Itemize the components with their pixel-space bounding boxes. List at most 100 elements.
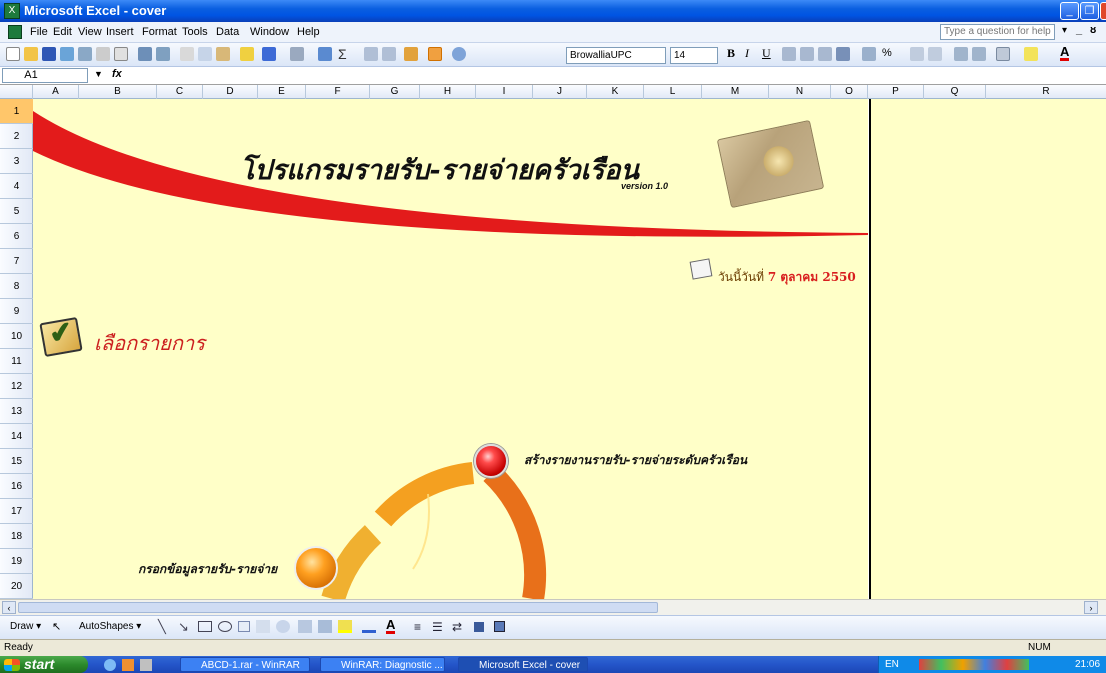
currency-icon[interactable] bbox=[862, 47, 876, 61]
redo-icon[interactable] bbox=[290, 47, 304, 61]
textbox-tool-icon[interactable] bbox=[238, 621, 250, 632]
scroll-thumb[interactable] bbox=[18, 602, 658, 613]
increase-indent-icon[interactable] bbox=[972, 47, 986, 61]
fill-color-icon[interactable] bbox=[1024, 47, 1038, 61]
column-header[interactable]: O bbox=[831, 85, 868, 99]
help-search-input[interactable]: Type a question for help bbox=[940, 24, 1055, 40]
chart-wizard-icon[interactable] bbox=[404, 47, 418, 61]
taskbar-item-winrar[interactable]: ABCD-1.rar - WinRAR bbox=[180, 657, 310, 672]
save-icon[interactable] bbox=[42, 47, 56, 61]
row-header[interactable]: 3 bbox=[0, 149, 33, 174]
menu-format[interactable]: Format bbox=[142, 26, 177, 38]
row-header[interactable]: 2 bbox=[0, 124, 33, 149]
font-size-select[interactable]: 14 bbox=[670, 47, 718, 64]
select-pointer-icon[interactable]: ↖ bbox=[52, 620, 61, 633]
row-header[interactable]: 18 bbox=[0, 524, 33, 549]
scroll-left-icon[interactable]: ‹ bbox=[2, 601, 16, 614]
row-header[interactable]: 15 bbox=[0, 449, 33, 474]
paste-icon[interactable] bbox=[216, 47, 230, 61]
percent-button[interactable]: % bbox=[882, 47, 892, 59]
sort-ascending-icon[interactable] bbox=[364, 47, 378, 61]
menu-window[interactable]: Window bbox=[250, 26, 289, 38]
row-header[interactable]: 16 bbox=[0, 474, 33, 499]
column-header[interactable]: I bbox=[476, 85, 533, 99]
arrow-tool-icon[interactable]: ↘ bbox=[178, 619, 189, 635]
font-color-draw-icon[interactable]: A bbox=[386, 618, 396, 634]
fill-color-icon[interactable] bbox=[338, 620, 352, 633]
scroll-right-icon[interactable]: › bbox=[1084, 601, 1098, 614]
quicklaunch-media-icon[interactable] bbox=[140, 659, 152, 671]
select-all-corner[interactable] bbox=[0, 85, 33, 99]
rectangle-tool-icon[interactable] bbox=[198, 621, 212, 632]
line-style-icon[interactable]: ≡ bbox=[414, 620, 421, 634]
quicklaunch-ie-icon[interactable] bbox=[104, 659, 116, 671]
drawing-icon[interactable] bbox=[428, 47, 442, 61]
decrease-indent-icon[interactable] bbox=[954, 47, 968, 61]
print-icon[interactable] bbox=[96, 47, 110, 61]
insert-function-icon[interactable]: fx bbox=[112, 68, 122, 80]
clipart-icon[interactable] bbox=[298, 620, 312, 633]
email-icon[interactable] bbox=[78, 47, 92, 61]
italic-button[interactable]: I bbox=[745, 46, 749, 61]
spelling-icon[interactable] bbox=[138, 47, 152, 61]
chevron-down-icon[interactable]: ▾ bbox=[1062, 25, 1067, 36]
restore-workbook-icon[interactable]: ᴕ bbox=[1090, 24, 1096, 36]
column-header[interactable]: F bbox=[306, 85, 370, 99]
menu-view[interactable]: View bbox=[78, 26, 102, 38]
language-indicator[interactable]: EN bbox=[885, 656, 899, 673]
minimize-icon[interactable]: _ bbox=[1060, 2, 1079, 20]
tray-icons[interactable] bbox=[919, 659, 1029, 670]
entry-button-icon[interactable] bbox=[294, 546, 338, 590]
column-header[interactable]: R bbox=[986, 85, 1106, 99]
draw-menu[interactable]: Draw ▾ bbox=[10, 621, 41, 632]
quicklaunch-app-icon[interactable] bbox=[122, 659, 134, 671]
column-header[interactable]: B bbox=[79, 85, 157, 99]
row-header[interactable]: 19 bbox=[0, 549, 33, 574]
row-header[interactable]: 1 bbox=[0, 99, 33, 124]
row-header[interactable]: 7 bbox=[0, 249, 33, 274]
cut-icon[interactable] bbox=[180, 47, 194, 61]
font-color-icon[interactable]: A bbox=[1060, 45, 1070, 61]
column-header[interactable]: H bbox=[420, 85, 476, 99]
align-right-icon[interactable] bbox=[818, 47, 832, 61]
merge-center-icon[interactable] bbox=[836, 47, 850, 61]
autoshapes-menu[interactable]: AutoShapes ▾ bbox=[79, 621, 141, 632]
bold-button[interactable]: B bbox=[727, 46, 735, 61]
format-painter-icon[interactable] bbox=[240, 47, 254, 61]
open-folder-icon[interactable] bbox=[24, 47, 38, 61]
row-header[interactable]: 5 bbox=[0, 199, 33, 224]
increase-decimal-icon[interactable] bbox=[910, 47, 924, 61]
column-header[interactable]: L bbox=[644, 85, 702, 99]
column-header[interactable]: E bbox=[258, 85, 306, 99]
diagram-icon[interactable] bbox=[276, 620, 290, 633]
column-header[interactable]: D bbox=[203, 85, 258, 99]
column-header[interactable]: G bbox=[370, 85, 420, 99]
line-color-icon[interactable] bbox=[362, 620, 376, 633]
borders-icon[interactable] bbox=[996, 47, 1010, 61]
row-header[interactable]: 9 bbox=[0, 299, 33, 324]
excel-icon[interactable]: X bbox=[4, 3, 20, 19]
close-icon[interactable] bbox=[1100, 2, 1106, 20]
3d-style-icon[interactable] bbox=[494, 621, 505, 632]
copy-icon[interactable] bbox=[198, 47, 212, 61]
window-title-bar[interactable]: Microsoft Excel - cover bbox=[0, 0, 1106, 22]
underline-button[interactable]: U bbox=[762, 46, 771, 61]
menu-help[interactable]: Help bbox=[297, 26, 320, 38]
shadow-style-icon[interactable] bbox=[474, 622, 484, 632]
column-header[interactable]: Q bbox=[924, 85, 986, 99]
row-header[interactable]: 8 bbox=[0, 274, 33, 299]
horizontal-scrollbar[interactable]: ‹ › bbox=[0, 599, 1106, 615]
row-header[interactable]: 10 bbox=[0, 324, 33, 349]
taskbar-item-excel[interactable]: Microsoft Excel - cover bbox=[458, 657, 588, 672]
sort-descending-icon[interactable] bbox=[382, 47, 396, 61]
decrease-decimal-icon[interactable] bbox=[928, 47, 942, 61]
font-name-select[interactable]: BrowalliaUPC bbox=[566, 47, 666, 64]
minimize-workbook-icon[interactable]: _ bbox=[1076, 24, 1082, 36]
column-header[interactable]: J bbox=[533, 85, 587, 99]
autosum-icon[interactable]: Σ bbox=[338, 46, 347, 62]
oval-tool-icon[interactable] bbox=[218, 621, 232, 632]
name-box-dropdown-icon[interactable]: ▼ bbox=[94, 69, 103, 79]
report-option-link[interactable]: สร้างรายงานรายรับ-รายจ่ายระดับครัวเรือน bbox=[524, 451, 747, 470]
taskbar-item-winrar-diagnostic[interactable]: WinRAR: Diagnostic ... bbox=[320, 657, 445, 672]
line-tool-icon[interactable]: ╲ bbox=[158, 619, 166, 635]
